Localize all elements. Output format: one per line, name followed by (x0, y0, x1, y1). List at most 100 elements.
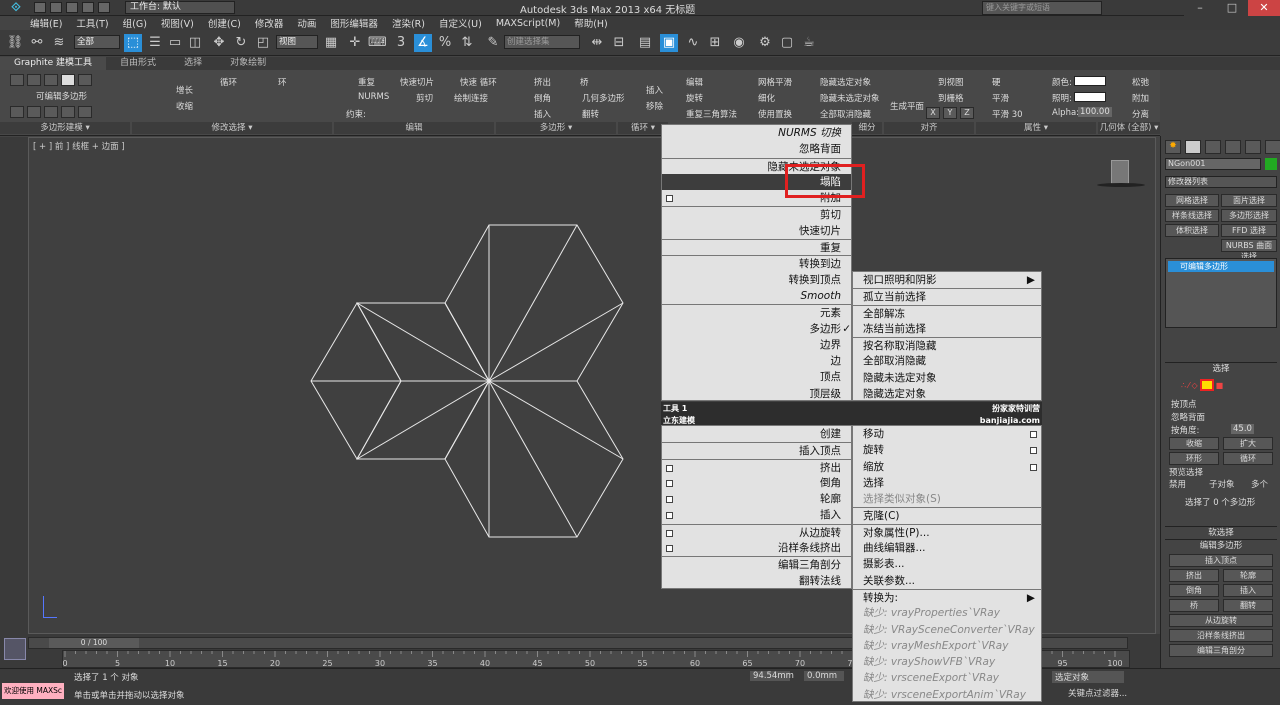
rollout-selection-header[interactable]: 选择 (1165, 362, 1277, 374)
minilistener-icon[interactable] (4, 638, 26, 660)
extrude-button[interactable]: 挤出 (534, 76, 551, 88)
quad-right-top-item[interactable]: 冻结当前选择 (853, 321, 1041, 337)
workspace-dropdown[interactable]: 工作台: 默认 (125, 1, 235, 14)
section-polygons[interactable]: 多边形 ▾ (496, 122, 616, 134)
quad-right-top-item[interactable]: 按名称取消隐藏 (853, 337, 1041, 353)
by-vertex-checkbox[interactable]: 按顶点 (1171, 398, 1197, 410)
quad-right-top-item[interactable]: 全部取消隐藏 (853, 353, 1041, 369)
settings-box-icon[interactable] (666, 496, 673, 504)
quad-right-top-item[interactable]: 隐藏选定对象 (853, 386, 1041, 402)
smooth-button[interactable]: 平滑 (992, 92, 1009, 104)
smooth30-button[interactable]: 平滑 30 (992, 108, 1023, 120)
quad-right-bottom-item[interactable]: 对象属性(P)... (853, 523, 1041, 540)
quad-left-top-item[interactable]: Smooth (662, 288, 851, 304)
to-grid-button[interactable]: 到栅格 (938, 92, 964, 104)
settings-box-icon[interactable] (666, 545, 673, 553)
selection-filter-dropdown[interactable]: 全部 (74, 35, 120, 49)
settings-box-icon[interactable] (666, 195, 673, 203)
hide-selected-button[interactable]: 隐藏选定对象 (820, 76, 871, 88)
quad-left-top-item[interactable]: 快速切片 (662, 223, 851, 239)
rollout-editpoly-header[interactable]: 编辑多边形 (1165, 539, 1277, 551)
pin-icon[interactable] (78, 106, 92, 118)
schematic-view-icon[interactable]: ⊞ (706, 34, 724, 52)
undo-icon[interactable] (82, 2, 94, 13)
motion-tab-icon[interactable] (1225, 140, 1241, 154)
use-displace-button[interactable]: 使用置换 (758, 108, 792, 120)
quad-right-top-item[interactable]: 隐藏未选定对象 (853, 370, 1041, 386)
tab-object-paint[interactable]: 对象绘制 (216, 57, 280, 70)
modifier-stack-icon[interactable] (10, 106, 24, 118)
quad-left-top-item[interactable]: 忽略背面 (662, 141, 851, 157)
vertex-level-icon[interactable]: ∴ (1181, 381, 1186, 390)
edit-tri-button[interactable]: 编辑 (686, 76, 703, 88)
align-z-button[interactable]: Z (960, 107, 974, 119)
quad-right-top-item[interactable]: 孤立当前选择 (853, 288, 1041, 304)
rect-region-icon[interactable]: ▭ (166, 34, 184, 52)
display-tab-icon[interactable] (1245, 140, 1261, 154)
quad-left-top-item[interactable]: 顶点 (662, 369, 851, 385)
relax-button[interactable]: 松弛 (1132, 76, 1149, 88)
shrink-sel-button[interactable]: 收缩 (1169, 437, 1219, 450)
quad-right-bottom-item[interactable]: 摄影表... (853, 556, 1041, 572)
quad-left-top-item[interactable]: 顶层级 (662, 386, 851, 402)
quad-left-bottom-item[interactable]: 挤出 (662, 458, 851, 475)
align-icon[interactable]: ⊟ (610, 34, 628, 52)
quad-left-top-item[interactable]: 转换到顶点 (662, 272, 851, 288)
extrude-poly-button[interactable]: 挤出 (1169, 569, 1219, 582)
unlink-icon[interactable]: ⚯ (28, 34, 46, 52)
flip-poly-button[interactable]: 翻转 (1223, 599, 1273, 612)
object-name-field[interactable]: NGon001 (1165, 158, 1261, 170)
polygon-mode-icon[interactable] (61, 74, 75, 86)
select-by-name-icon[interactable]: ☰ (146, 34, 164, 52)
quad-left-bottom-item[interactable]: 从边旋转 (662, 523, 851, 540)
viewcube-icon[interactable] (1111, 160, 1129, 184)
generate-plane-button[interactable]: 生成平面 (890, 100, 924, 112)
quad-right-bottom-item[interactable]: 转换为: ▶ (853, 588, 1041, 605)
rendered-frame-icon[interactable]: ▢ (778, 34, 796, 52)
quad-left-bottom-item[interactable]: 翻转法线 (662, 573, 851, 589)
by-angle-checkbox[interactable]: 按角度: (1171, 424, 1199, 436)
menu-tools[interactable]: 工具(T) (76, 16, 108, 30)
align-y-button[interactable]: Y (943, 107, 957, 119)
align-x-button[interactable]: X (926, 107, 940, 119)
menu-maxscript[interactable]: MAXScript(M) (496, 18, 560, 29)
bridge-button[interactable]: 桥 (580, 76, 589, 88)
menu-animation[interactable]: 动画 (297, 16, 316, 30)
retriangulate-button[interactable]: 重复三角算法 (686, 108, 737, 120)
tab-freeform[interactable]: 自由形式 (106, 57, 170, 70)
quad-left-top-item[interactable]: 边界 (662, 337, 851, 353)
ref-coord-dropdown[interactable]: 视图 (276, 35, 318, 49)
quickslice-icon[interactable] (61, 106, 75, 118)
quad-right-top-item[interactable]: 全部解冻 (853, 304, 1041, 321)
preserve-uv-icon[interactable] (27, 106, 41, 118)
material-editor-icon[interactable]: ◉ (730, 34, 748, 52)
ring-sel-button[interactable]: 环形 (1169, 452, 1219, 465)
settings-box-icon[interactable] (1030, 447, 1037, 455)
layer-manager-icon[interactable]: ▤ (636, 34, 654, 52)
vol-select-button[interactable]: 体积选择 (1165, 224, 1219, 237)
flip-button[interactable]: 翻转 (582, 108, 599, 120)
quad-left-bottom-item[interactable]: 沿样条线挤出 (662, 540, 851, 556)
maximize-button[interactable]: □ (1216, 0, 1248, 16)
snap-3-icon[interactable]: 3 (392, 34, 410, 52)
hinge-button[interactable]: 从边旋转 (1169, 614, 1273, 627)
search-input[interactable]: 键入关键字或短语 (982, 1, 1102, 15)
section-geometry[interactable]: 几何体 (全部) ▾ (1098, 122, 1160, 134)
new-file-icon[interactable] (34, 2, 46, 13)
quad-left-top-item[interactable]: 转换到边 (662, 255, 851, 271)
quad-left-bottom-item[interactable]: 插入 (662, 507, 851, 523)
settings-box-icon[interactable] (666, 512, 673, 520)
viewcube-ring[interactable] (1097, 183, 1145, 187)
inset-button[interactable]: 插入 (534, 108, 551, 120)
menu-help[interactable]: 帮助(H) (574, 16, 608, 30)
edit-named-sel-icon[interactable]: ✎ (484, 34, 502, 52)
key-filters-button[interactable]: 关键点过滤器... (1068, 687, 1127, 699)
tab-selection[interactable]: 选择 (170, 57, 216, 70)
to-view-button[interactable]: 到视图 (938, 76, 964, 88)
geopoly-button[interactable]: 几何多边形 (582, 92, 625, 104)
percent-snap-icon[interactable]: % (436, 34, 454, 52)
quickslice-button[interactable]: 快速切片 (400, 76, 434, 88)
quad-right-bottom-item[interactable]: 关联参数... (853, 573, 1041, 589)
create-tab-icon[interactable]: ✸ (1165, 140, 1181, 154)
poly-select-button[interactable]: 多边形选择 (1221, 209, 1277, 222)
